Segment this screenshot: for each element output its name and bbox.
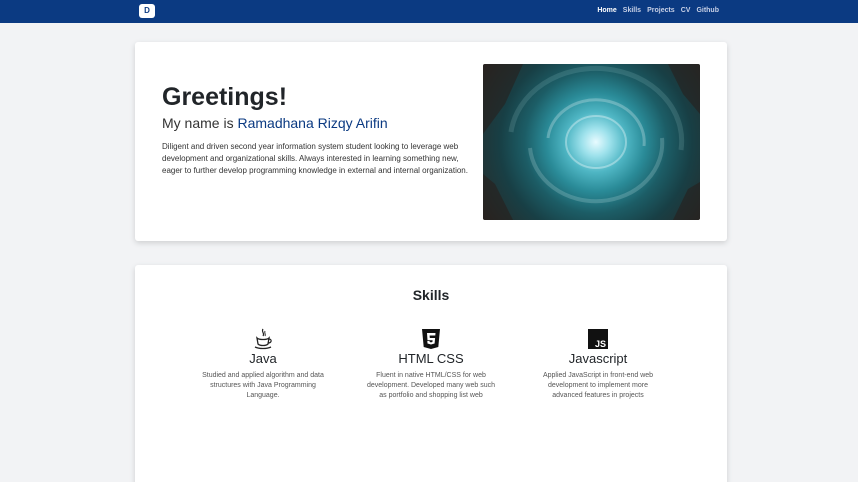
nav-link-cv[interactable]: CV — [681, 6, 691, 16]
owner-name: Ramadhana Rizqy Arifin — [237, 115, 388, 131]
hero-photo — [483, 64, 700, 220]
skill-description: Studied and applied algorithm and data s… — [202, 372, 324, 399]
hero-card: Greetings! My name is Ramadhana Rizqy Ar… — [135, 42, 727, 241]
skill-name: Javascript — [568, 351, 628, 366]
skill-name: HTML CSS — [398, 351, 464, 366]
intro-line: My name is Ramadhana Rizqy Arifin — [162, 115, 477, 132]
skills-card: Skills Java Studied and applied algorith… — [135, 265, 727, 482]
skill-name: Java — [249, 351, 277, 366]
skills-heading: Skills — [412, 287, 450, 303]
nav-link-skills[interactable]: Skills — [623, 6, 641, 16]
greeting-heading: Greetings! — [162, 83, 288, 111]
nav-link-github[interactable]: Github — [696, 6, 719, 16]
html5-icon — [422, 329, 440, 349]
intro-prefix: My name is — [162, 115, 238, 131]
js-icon: JS — [588, 329, 608, 349]
nav-link-projects[interactable]: Projects — [647, 6, 675, 16]
java-icon — [254, 328, 272, 350]
bio-text: Diligent and driven second year informat… — [162, 142, 468, 175]
hero-text: Greetings! My name is Ramadhana Rizqy Ar… — [162, 83, 477, 177]
svg-text:JS: JS — [595, 339, 606, 349]
wave-swirl-image — [483, 64, 700, 220]
navbar: D Home Skills Projects CV Github — [0, 0, 858, 23]
skill-description: Applied JavaScript in front-end web deve… — [542, 372, 654, 399]
brand-logo[interactable]: D — [139, 4, 155, 18]
skill-html-css: HTML CSS Fluent in native HTML/CSS for w… — [366, 328, 496, 401]
skill-javascript: JS Javascript Applied JavaScript in fron… — [533, 328, 663, 401]
nav-link-home[interactable]: Home — [597, 6, 616, 16]
nav-links: Home Skills Projects CV Github — [597, 6, 719, 16]
skill-description: Fluent in native HTML/CSS for web develo… — [366, 372, 496, 399]
skill-java: Java Studied and applied algorithm and d… — [198, 328, 328, 401]
